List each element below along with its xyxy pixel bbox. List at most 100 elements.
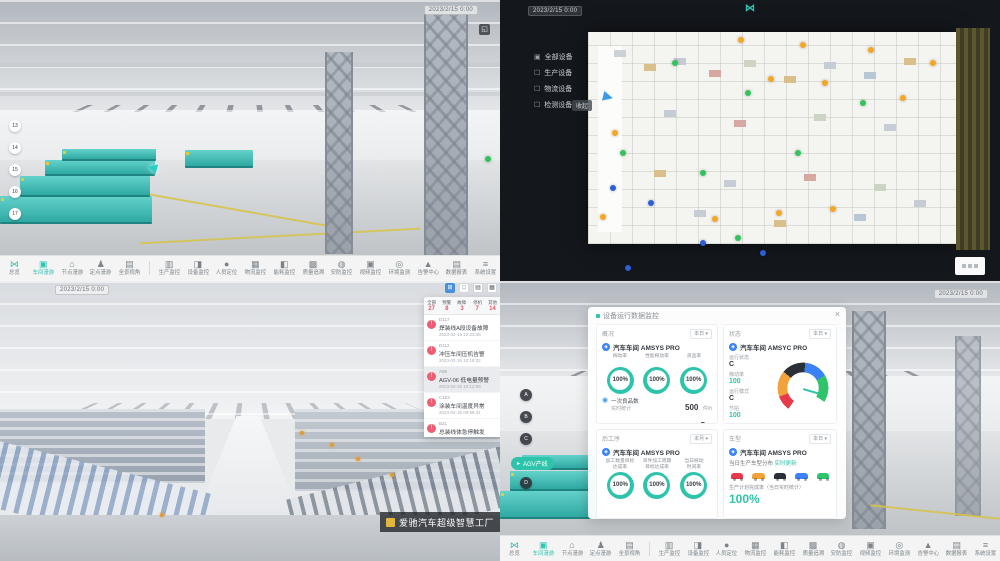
alarm-tab-3[interactable]: 停机7 bbox=[470, 299, 485, 312]
device-marker-o[interactable] bbox=[800, 42, 806, 48]
checkbox-icon[interactable]: ☐ bbox=[534, 69, 540, 77]
device-filter-item-2[interactable]: ☐物流设备 bbox=[534, 84, 573, 94]
toolbar-item-right-3[interactable]: ▦物流监控 bbox=[741, 540, 770, 558]
toolbar-item-right-5[interactable]: ▩质量追溯 bbox=[799, 540, 828, 558]
panel-window-button-3[interactable]: ▦ bbox=[487, 283, 497, 293]
toolbar-item-right-7[interactable]: ▣视频监控 bbox=[856, 540, 885, 558]
alarm-row[interactable]: !D112冲压车间压机告警2023-02-15 10:18:32 bbox=[424, 341, 500, 367]
card-filter-dropdown[interactable]: 本日 ▾ bbox=[809, 329, 831, 339]
device-marker-b[interactable] bbox=[760, 250, 766, 256]
toolbar-item-right-11[interactable]: ≡系统设置 bbox=[471, 259, 500, 277]
toolbar-item-right-9[interactable]: ▲告警中心 bbox=[914, 540, 943, 558]
alarm-tab-4[interactable]: 其他14 bbox=[485, 299, 500, 312]
toolbar-item-left-2[interactable]: ⌂节点漫游 bbox=[58, 259, 87, 277]
agv-line-pill-button[interactable]: ▸ AGV产线 bbox=[511, 457, 554, 470]
station-badge[interactable]: B bbox=[520, 411, 532, 423]
device-marker-g[interactable] bbox=[860, 100, 866, 106]
device-marker-g[interactable] bbox=[795, 150, 801, 156]
toolbar-item-left-0[interactable]: ⋈总览 bbox=[0, 259, 29, 277]
station-badge[interactable]: 14 bbox=[9, 142, 21, 154]
menu-collapse-button[interactable]: 收起 bbox=[572, 100, 592, 111]
toolbar-item-right-7[interactable]: ▣视频监控 bbox=[356, 259, 385, 277]
card-filter-dropdown[interactable]: 本日 ▾ bbox=[690, 329, 712, 339]
toolbar-item-left-1[interactable]: ▣车间漫游 bbox=[29, 259, 58, 277]
device-marker-g[interactable] bbox=[735, 235, 741, 241]
minimap-toggle-button[interactable]: ◱ bbox=[479, 24, 490, 35]
toolbar-item-left-3[interactable]: ♟定点漫游 bbox=[586, 540, 615, 558]
minimap-widget[interactable] bbox=[955, 257, 985, 275]
factory-floorplan[interactable] bbox=[588, 32, 956, 244]
station-badge[interactable]: C bbox=[520, 433, 532, 445]
card-filter-dropdown[interactable]: 本月 ▾ bbox=[690, 434, 712, 444]
alarm-row[interactable]: !A06AGV-06 低电量预警2023-02-15 10:12:08 bbox=[424, 367, 500, 393]
toolbar-item-right-0[interactable]: ▥生产监控 bbox=[655, 540, 684, 558]
toolbar-item-right-0[interactable]: ▥生产监控 bbox=[155, 259, 184, 277]
toolbar-item-right-10[interactable]: ▤数据报表 bbox=[442, 259, 471, 277]
device-marker-g[interactable] bbox=[745, 90, 751, 96]
panel-window-button-0[interactable]: ⊞ bbox=[445, 283, 455, 293]
toolbar-item-left-4[interactable]: ▤全景视角 bbox=[615, 540, 644, 558]
toolbar-item-right-4[interactable]: ◧能耗监控 bbox=[270, 259, 299, 277]
card-filter-dropdown[interactable]: 本日 ▾ bbox=[809, 434, 831, 444]
toolbar-item-right-9[interactable]: ▲告警中心 bbox=[414, 259, 443, 277]
toolbar-item-left-4[interactable]: ▤全景视角 bbox=[115, 259, 144, 277]
device-marker-o[interactable] bbox=[830, 206, 836, 212]
device-filter-item-1[interactable]: ☐生产设备 bbox=[534, 68, 573, 78]
device-marker-o[interactable] bbox=[612, 130, 618, 136]
device-marker-b[interactable] bbox=[648, 200, 654, 206]
alarm-row[interactable]: !C103涂装车间温度异常2023-02-15 09:58:41 bbox=[424, 393, 500, 419]
toolbar-item-right-11[interactable]: ≡系统设置 bbox=[971, 540, 1000, 558]
panel-window-button-2[interactable]: ▤ bbox=[473, 283, 483, 293]
station-badge[interactable]: A bbox=[520, 389, 532, 401]
toolbar-item-right-6[interactable]: ◍安防监控 bbox=[327, 259, 356, 277]
device-marker-o[interactable] bbox=[930, 60, 936, 66]
alarm-row[interactable]: !B21总装线体急停触发2023-02-15 09:47:19 bbox=[424, 419, 500, 437]
device-marker-o[interactable] bbox=[768, 76, 774, 82]
device-marker-o[interactable] bbox=[712, 216, 718, 222]
device-marker-o[interactable] bbox=[600, 214, 606, 220]
device-marker-o[interactable] bbox=[868, 47, 874, 53]
toolbar-item-right-2[interactable]: ●人员定位 bbox=[712, 540, 741, 558]
toolbar-item-right-2[interactable]: ●人员定位 bbox=[212, 259, 241, 277]
alarm-tab-1[interactable]: 预警8 bbox=[439, 299, 454, 312]
toolbar-item-right-6[interactable]: ◍安防监控 bbox=[827, 540, 856, 558]
device-marker-g[interactable] bbox=[620, 150, 626, 156]
checkbox-icon[interactable]: ☐ bbox=[534, 101, 540, 109]
device-marker-o[interactable] bbox=[776, 210, 782, 216]
toolbar-item-right-8[interactable]: ◎环境监测 bbox=[385, 259, 414, 277]
station-badge[interactable]: 17 bbox=[9, 208, 21, 220]
checkbox-icon[interactable]: ☐ bbox=[534, 85, 540, 93]
toolbar-item-left-3[interactable]: ♟定点漫游 bbox=[86, 259, 115, 277]
alarm-tab-2[interactable]: 故障3 bbox=[454, 299, 469, 312]
close-icon[interactable]: × bbox=[835, 310, 840, 319]
toolbar-item-right-8[interactable]: ◎环境监测 bbox=[885, 540, 914, 558]
panel-window-button-1[interactable]: □ bbox=[459, 283, 469, 293]
checkbox-icon[interactable]: ▣ bbox=[534, 53, 541, 61]
toolbar-item-left-2[interactable]: ⌂节点漫游 bbox=[558, 540, 587, 558]
device-marker-o[interactable] bbox=[822, 80, 828, 86]
toolbar-item-right-1[interactable]: ◨设备监控 bbox=[684, 540, 713, 558]
toolbar-item-left-0[interactable]: ⋈总览 bbox=[500, 540, 529, 558]
device-marker-g[interactable] bbox=[672, 60, 678, 66]
station-badge[interactable]: 15 bbox=[9, 164, 21, 176]
alarm-tab-0[interactable]: 全部27 bbox=[424, 299, 439, 312]
toolbar-item-left-1[interactable]: ▣车间漫游 bbox=[529, 540, 558, 558]
toolbar-item-right-3[interactable]: ▦物流监控 bbox=[241, 259, 270, 277]
device-filter-item-0[interactable]: ▣全部设备 bbox=[534, 52, 573, 62]
toolbar-item-right-4[interactable]: ◧能耗监控 bbox=[770, 540, 799, 558]
toolbar-item-right-1[interactable]: ◨设备监控 bbox=[184, 259, 213, 277]
device-marker-b[interactable] bbox=[700, 240, 706, 246]
toolbar-item-right-5[interactable]: ▩质量追溯 bbox=[299, 259, 328, 277]
device-marker-b[interactable] bbox=[625, 265, 631, 271]
station-badge[interactable]: D bbox=[520, 477, 532, 489]
alarm-row[interactable]: !D117焊装线A段设备故障2023-02-15 10:23:45 bbox=[424, 315, 500, 341]
device-marker-g[interactable] bbox=[700, 170, 706, 176]
device-filter-item-3[interactable]: ☐检测设备 bbox=[534, 100, 573, 110]
station-badge[interactable]: 16 bbox=[9, 186, 21, 198]
status-marker-green[interactable] bbox=[485, 156, 491, 162]
device-marker-b[interactable] bbox=[610, 185, 616, 191]
toolbar-item-right-10[interactable]: ▤数据报表 bbox=[942, 540, 971, 558]
device-marker-o[interactable] bbox=[900, 95, 906, 101]
device-marker-o[interactable] bbox=[738, 37, 744, 43]
station-badge[interactable]: 13 bbox=[9, 120, 21, 132]
